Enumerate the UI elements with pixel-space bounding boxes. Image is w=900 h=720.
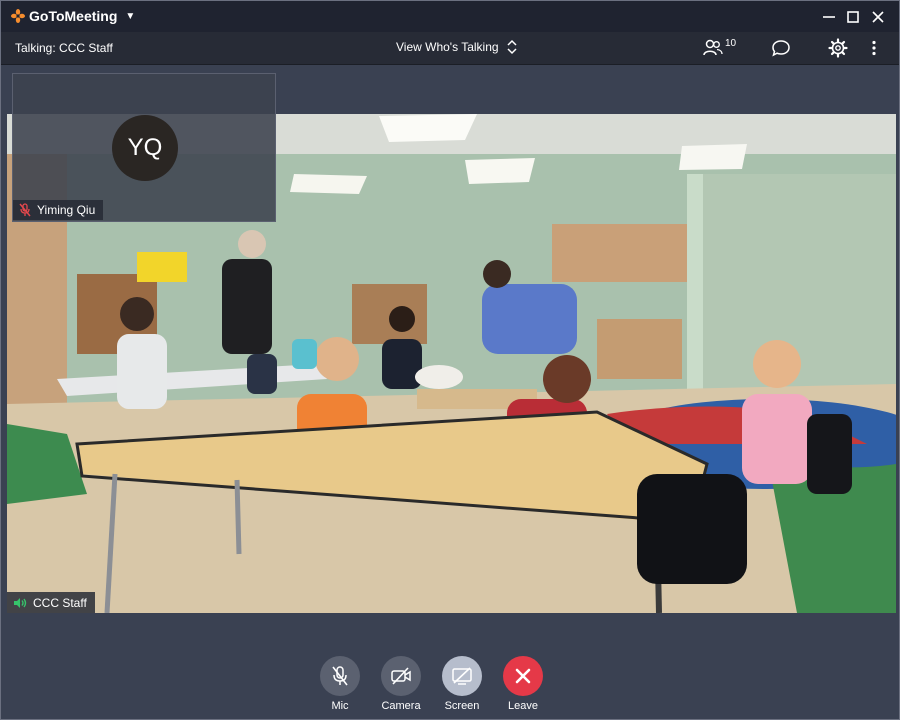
flower-logo-icon [11, 9, 25, 23]
mic-muted-icon [19, 203, 31, 217]
thumbnail-label: Yiming Qiu [13, 200, 104, 220]
attendee-count: 10 [725, 37, 737, 49]
close-button[interactable] [868, 7, 888, 27]
camera-button-circle[interactable] [381, 656, 421, 696]
view-mode-label: View Who's Talking [396, 40, 499, 54]
attendees-button[interactable]: 10 [703, 38, 736, 58]
mic-off-icon [332, 666, 348, 686]
leave-label: Leave [508, 700, 538, 712]
close-icon [872, 11, 884, 23]
camera-off-icon [391, 667, 411, 685]
chat-bubble-icon [772, 40, 790, 57]
chat-button[interactable] [771, 38, 791, 58]
more-vertical-icon [872, 40, 876, 56]
updown-chevron-icon [507, 39, 517, 55]
main-speaker-name: CCC Staff [33, 595, 87, 610]
leave-button[interactable]: Leave [493, 656, 553, 712]
participant-thumbnail[interactable]: YQ Yiming Qiu [12, 73, 276, 222]
view-mode-selector[interactable]: View Who's Talking [396, 39, 517, 55]
people-icon [703, 39, 723, 56]
maximize-icon [847, 11, 859, 23]
gear-icon [828, 38, 848, 58]
participant-name: Yiming Qiu [37, 203, 96, 217]
talking-indicator: Talking: CCC Staff [15, 41, 113, 55]
avatar: YQ [112, 115, 178, 181]
title-bar: GoToMeeting ▼ [1, 1, 899, 32]
mic-label: Mic [331, 700, 349, 712]
leave-button-circle[interactable] [503, 656, 543, 696]
settings-button[interactable] [828, 38, 848, 58]
minimize-button[interactable] [819, 7, 839, 27]
screen-label: Screen [444, 700, 480, 712]
screen-share-off-icon [452, 667, 472, 685]
chevron-down-icon[interactable]: ▼ [125, 11, 135, 22]
camera-button[interactable]: Camera [371, 656, 431, 712]
mic-button[interactable]: Mic [310, 656, 370, 712]
app-logo[interactable]: GoToMeeting ▼ [11, 8, 135, 24]
screen-share-button[interactable]: Screen [432, 656, 492, 712]
speaker-volume-icon [14, 597, 27, 608]
meeting-toolbar: Talking: CCC Staff View Who's Talking 10 [1, 32, 899, 65]
minimize-icon [823, 16, 835, 18]
avatar-initials: YQ [127, 134, 163, 161]
app-window: GoToMeeting ▼ Talking: CCC Staff View Wh… [0, 0, 900, 720]
meeting-controls: Mic Camera Screen Leave [1, 613, 899, 719]
screen-button-circle[interactable] [442, 656, 482, 696]
mic-button-circle[interactable] [320, 656, 360, 696]
maximize-button[interactable] [843, 7, 863, 27]
camera-label: Camera [381, 700, 421, 712]
app-name: GoToMeeting [29, 8, 118, 24]
close-icon [515, 668, 531, 684]
main-speaker-label: CCC Staff [7, 592, 95, 613]
more-options-button[interactable] [871, 38, 877, 58]
